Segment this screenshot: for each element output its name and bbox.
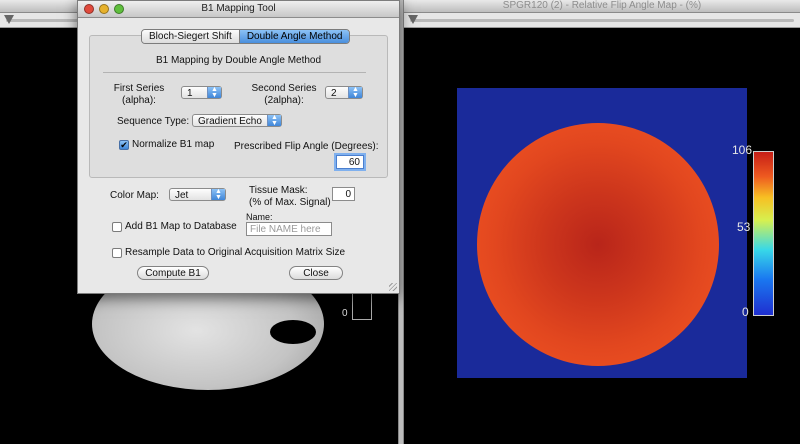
- b1-mapping-dialog: B1 Mapping Tool Bloch-Siegert Shift Doub…: [77, 0, 400, 294]
- sequence-type-value: Gradient Echo: [198, 116, 262, 127]
- add-to-database-checkbox[interactable]: [112, 222, 122, 232]
- first-series-label: First Series (alpha):: [108, 83, 170, 107]
- panel-heading: B1 Mapping by Double Angle Method: [155, 55, 322, 66]
- tissue-mask-label-line2: (% of Max. Signal): [249, 197, 331, 208]
- stepper-arrows-icon: ▲ ▼: [348, 86, 362, 99]
- second-series-label: Second Series (2alpha):: [248, 83, 320, 107]
- method-tab-control: Bloch-Siegert Shift Double Angle Method: [141, 29, 351, 44]
- second-series-value: 2: [331, 88, 337, 99]
- heading-divider: [103, 72, 366, 73]
- sequence-type-select[interactable]: Gradient Echo ▲ ▼: [192, 114, 282, 127]
- stepper-arrows-icon: ▲ ▼: [207, 86, 221, 99]
- second-series-select[interactable]: 2 ▲ ▼: [325, 86, 363, 99]
- color-map-value: Jet: [175, 190, 189, 201]
- tab-double-angle-method[interactable]: Double Angle Method: [238, 30, 350, 43]
- flip-angle-label: Prescribed Flip Angle (Degrees):: [234, 141, 379, 152]
- dialog-titlebar[interactable]: B1 Mapping Tool: [78, 1, 399, 18]
- left-colorbar-min-label: 0: [342, 308, 348, 319]
- zoom-window-icon[interactable]: [114, 4, 124, 14]
- normalize-b1-checkbox[interactable]: ✔: [119, 140, 129, 150]
- colorbar-mid-label: 53: [737, 220, 751, 234]
- first-series-label-line1: First Series: [113, 83, 165, 94]
- left-slider-knob[interactable]: [4, 15, 14, 24]
- first-series-select[interactable]: 1 ▲ ▼: [181, 86, 222, 99]
- resample-label: Resample Data to Original Acquisition Ma…: [125, 247, 346, 258]
- file-name-field[interactable]: File NAME here: [246, 222, 332, 236]
- color-map-select[interactable]: Jet ▲ ▼: [169, 188, 226, 201]
- minimize-window-icon[interactable]: [99, 4, 109, 14]
- normalize-b1-label: Normalize B1 map: [132, 139, 215, 150]
- color-map-label: Color Map:: [110, 190, 159, 201]
- right-viewer-slice-slider[interactable]: [404, 13, 800, 28]
- right-slider-track[interactable]: [410, 19, 794, 22]
- compute-b1-button[interactable]: Compute B1: [137, 266, 209, 280]
- second-series-label-line1: Second Series: [251, 83, 317, 94]
- flip-angle-map-phantom: [477, 123, 719, 366]
- colorbar-min-label: 0: [742, 305, 749, 319]
- sequence-type-label: Sequence Type:: [117, 116, 190, 127]
- tab-bloch-siegert-shift[interactable]: Bloch-Siegert Shift: [142, 30, 239, 43]
- flip-angle-field[interactable]: 60: [336, 155, 364, 169]
- dialog-title: B1 Mapping Tool: [201, 3, 276, 14]
- colorbar-max-label: 106: [732, 143, 753, 157]
- first-series-value: 1: [187, 88, 193, 99]
- right-slider-knob[interactable]: [408, 15, 418, 24]
- resample-checkbox[interactable]: [112, 248, 122, 258]
- left-anatomy-notch: [270, 320, 316, 344]
- tissue-mask-field[interactable]: 0: [332, 187, 355, 201]
- first-series-label-line2: (alpha):: [122, 95, 156, 106]
- resize-grip-icon[interactable]: [389, 283, 397, 291]
- stepper-arrows-icon: ▲ ▼: [211, 188, 225, 201]
- right-viewer-title[interactable]: SPGR120 (2) - Relative Flip Angle Map - …: [404, 0, 800, 13]
- close-window-icon[interactable]: [84, 4, 94, 14]
- tissue-mask-label: Tissue Mask: (% of Max. Signal): [249, 185, 331, 209]
- flip-angle-colorbar: [753, 151, 774, 316]
- tissue-mask-label-line1: Tissue Mask:: [249, 185, 308, 196]
- second-series-label-line2: (2alpha):: [264, 95, 304, 106]
- close-button[interactable]: Close: [289, 266, 343, 280]
- add-to-database-label: Add B1 Map to Database: [125, 221, 237, 232]
- stepper-arrows-icon: ▲ ▼: [267, 114, 281, 127]
